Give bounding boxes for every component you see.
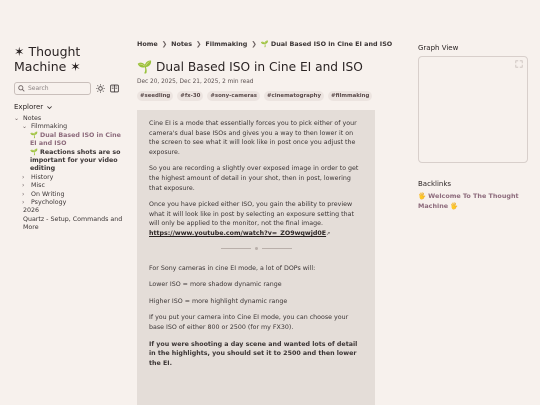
breadcrumb-separator: ❯ <box>196 40 202 48</box>
article-body: Cine EI is a mode that essentially force… <box>137 110 375 405</box>
divider-dot <box>254 246 258 250</box>
folder-notes[interactable]: ⌄ Notes <box>14 115 124 123</box>
paragraph: Lower ISO = more shadow dynamic range <box>149 281 282 289</box>
left-sidebar: ✶ Thought Machine ✶ Search Explorer ⌄ No… <box>14 44 124 233</box>
file-quartz[interactable]: Quartz - Setup, Commands and More <box>14 216 124 233</box>
folder-label: Misc <box>31 182 45 190</box>
folder-label: History <box>31 173 54 181</box>
backlinks-heading: Backlinks <box>418 180 452 188</box>
file-label: 2026 <box>23 207 40 215</box>
graph-view-heading: Graph View <box>418 44 459 52</box>
file-label: 🌱 Dual Based ISO in Cine EI and ISO <box>30 131 121 148</box>
file-label: Quartz - Setup, Commands and More <box>23 215 123 232</box>
paragraph: Cine EI is a mode that essentially force… <box>149 120 357 156</box>
explorer-label: Explorer <box>14 103 44 111</box>
expand-icon[interactable] <box>515 60 523 68</box>
section-divider <box>149 246 363 250</box>
divider-line <box>261 247 292 249</box>
chevron-right-icon: › <box>22 173 25 181</box>
chevron-right-icon: › <box>22 199 25 207</box>
file-reaction-shots[interactable]: 🌱 Reactions shots are so important for y… <box>30 149 124 174</box>
paragraph: So you are recording a slightly over exp… <box>149 165 359 192</box>
search-row: Search <box>14 82 124 95</box>
site-title[interactable]: ✶ Thought Machine ✶ <box>14 44 124 74</box>
file-2026[interactable]: 2026 <box>14 207 124 215</box>
backlinks-section: Backlinks 🖐 Welcome To The Thought Machi… <box>418 180 528 211</box>
file-tree: ⌄ Notes ⌄ Filmmaking 🌱 Dual Based ISO in… <box>14 115 124 233</box>
paragraph: Higher ISO = more highlight dynamic rang… <box>149 297 288 305</box>
folder-history[interactable]: › History <box>22 174 124 182</box>
breadcrumb-notes[interactable]: Notes <box>171 40 192 48</box>
right-sidebar: Graph View Backlinks 🖐 Welcome To The Th… <box>418 44 528 211</box>
backlink-item[interactable]: 🖐 Welcome To The Thought Machine 🖐 <box>418 192 528 211</box>
file-dual-iso[interactable]: 🌱 Dual Based ISO in Cine EI and ISO <box>30 132 124 149</box>
folder-label: Notes <box>23 115 42 122</box>
chevron-down-icon: ⌄ <box>14 115 20 122</box>
folder-psychology[interactable]: › Psychology <box>22 199 124 207</box>
breadcrumb-separator: ❯ <box>251 40 257 48</box>
tag-filmmaking[interactable]: #filmmaking <box>327 91 373 101</box>
breadcrumb-home[interactable]: Home <box>137 40 158 48</box>
folder-filmmaking[interactable]: ⌄ Filmmaking <box>22 123 124 131</box>
paragraph: For Sony cameras in cine EI mode, a lot … <box>149 264 316 272</box>
breadcrumb: Home ❯ Notes ❯ Filmmaking ❯ 🌱 Dual Based… <box>137 40 392 48</box>
tag-fx-30[interactable]: #fx-30 <box>177 91 204 101</box>
paragraph: If you were shooting a day scene and wan… <box>149 340 358 367</box>
breadcrumb-separator: ❯ <box>161 40 168 48</box>
sun-icon[interactable] <box>96 84 105 93</box>
search-input[interactable]: Search <box>14 82 91 95</box>
search-placeholder: Search <box>28 85 49 92</box>
divider-line <box>220 247 251 249</box>
article-meta: Dec 20, 2025, Dec 21, 2025, 2 min read <box>137 79 254 85</box>
folder-label: Psychology <box>31 199 67 207</box>
chevron-right-icon: › <box>22 182 25 190</box>
folder-label: Filmmaking <box>31 123 68 131</box>
chevron-right-icon: › <box>22 190 25 198</box>
external-link-icon: ↗ <box>326 230 331 237</box>
paragraph: If you put your camera into Cine EI mode… <box>149 314 349 331</box>
folder-on-writing[interactable]: › On Writing <box>22 191 124 199</box>
folder-label: On Writing <box>31 190 65 198</box>
folder-misc[interactable]: › Misc <box>22 182 124 190</box>
reader-mode-icon[interactable] <box>110 84 119 93</box>
breadcrumb-filmmaking[interactable]: Filmmaking <box>205 40 247 48</box>
graph-view[interactable] <box>418 56 528 163</box>
page-title: 🌱 Dual Based ISO in Cine EI and ISO <box>137 60 363 74</box>
tag-list: #seedling #fx-30 #sony-cameras #cinemato… <box>137 91 377 101</box>
chevron-down-icon: ⌄ <box>22 123 28 131</box>
tag-cinematography[interactable]: #cinematography <box>264 91 324 101</box>
youtube-link[interactable]: https://www.youtube.com/watch?v=_ZO9wqwj… <box>149 230 326 237</box>
paragraph: Once you have picked either ISO, you gai… <box>149 200 363 239</box>
explorer-toggle[interactable]: Explorer <box>14 103 124 111</box>
search-icon <box>18 85 25 92</box>
file-label: 🌱 Reactions shots are so important for y… <box>30 148 121 173</box>
breadcrumb-current: 🌱 Dual Based ISO in Cine EI and ISO <box>260 40 393 48</box>
chevron-down-icon <box>47 105 53 109</box>
main-content: Home ❯ Notes ❯ Filmmaking ❯ 🌱 Dual Based… <box>137 40 392 405</box>
tag-seedling[interactable]: #seedling <box>137 91 174 101</box>
paragraph-text: Once you have picked either ISO, you gai… <box>149 201 354 228</box>
tag-sony-cameras[interactable]: #sony-cameras <box>207 91 261 101</box>
